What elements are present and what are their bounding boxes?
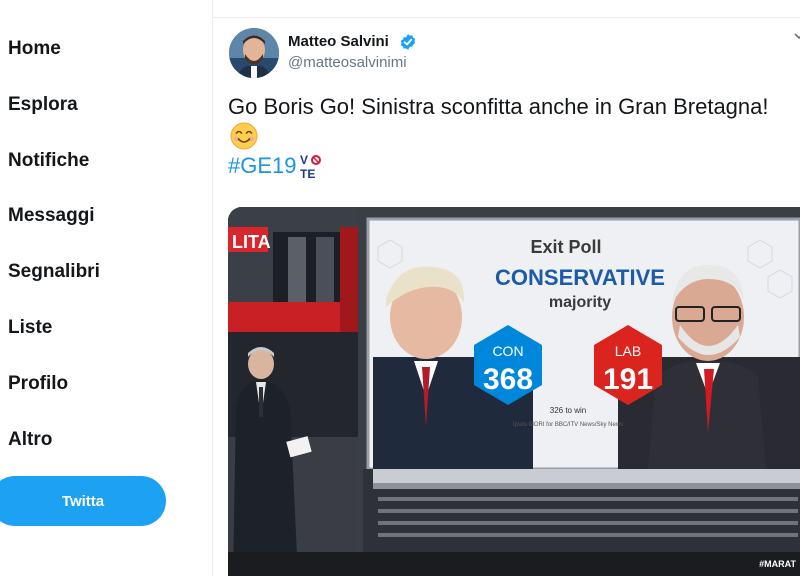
vote-hashflag-icon: V TE	[299, 152, 325, 181]
con-label: CON	[492, 343, 523, 359]
nav-profile[interactable]: Profilo	[8, 372, 68, 396]
poll-source: Ipsos MORI for BBC/ITV News/Sky News	[513, 422, 623, 428]
nav-notifications[interactable]: Notifiche	[8, 149, 89, 173]
tweet-text: Go Boris Go! Sinistra sconfitta anche in…	[228, 94, 769, 119]
nav-home[interactable]: Home	[8, 37, 61, 61]
tweet-button[interactable]: Twitta	[0, 476, 166, 526]
nav-more[interactable]: Altro	[8, 428, 52, 452]
tweet-detail: Matteo Salvini @matteosalvinimi Go Boris…	[213, 0, 800, 576]
hashtag-link[interactable]: #GE19	[228, 152, 297, 180]
poll-title: Exit Poll	[530, 237, 601, 257]
svg-text:V: V	[300, 153, 308, 167]
nav-explore[interactable]: Esplora	[8, 93, 78, 117]
avatar[interactable]	[229, 28, 279, 78]
lab-label: LAB	[615, 343, 641, 359]
tweet-media-image[interactable]: LITA Exit Poll CONSERVATIVE majority CON…	[228, 207, 800, 576]
sidebar-nav: Home Esplora Notifiche Messaggi Segnalib…	[0, 0, 213, 576]
screen-brand: LITA	[232, 232, 271, 252]
poll-headline: CONSERVATIVE	[495, 265, 665, 290]
nav-lists[interactable]: Liste	[8, 316, 52, 340]
svg-text:TE: TE	[300, 167, 315, 180]
nav-bookmarks[interactable]: Segnalibri	[8, 260, 100, 284]
divider	[213, 17, 800, 18]
smiling-face-icon	[230, 122, 258, 150]
nav-messages[interactable]: Messaggi	[8, 204, 95, 228]
con-seats: 368	[483, 363, 533, 396]
author-handle[interactable]: @matteosalvinimi	[288, 54, 407, 71]
author-name[interactable]: Matteo Salvini	[288, 33, 389, 50]
lab-seats: 191	[603, 363, 653, 396]
verified-badge-icon	[400, 34, 416, 50]
win-threshold: 326 to win	[550, 406, 586, 415]
ticker: #MARAT	[759, 559, 796, 569]
chevron-down-icon[interactable]	[793, 30, 800, 42]
poll-subheadline: majority	[549, 294, 611, 311]
